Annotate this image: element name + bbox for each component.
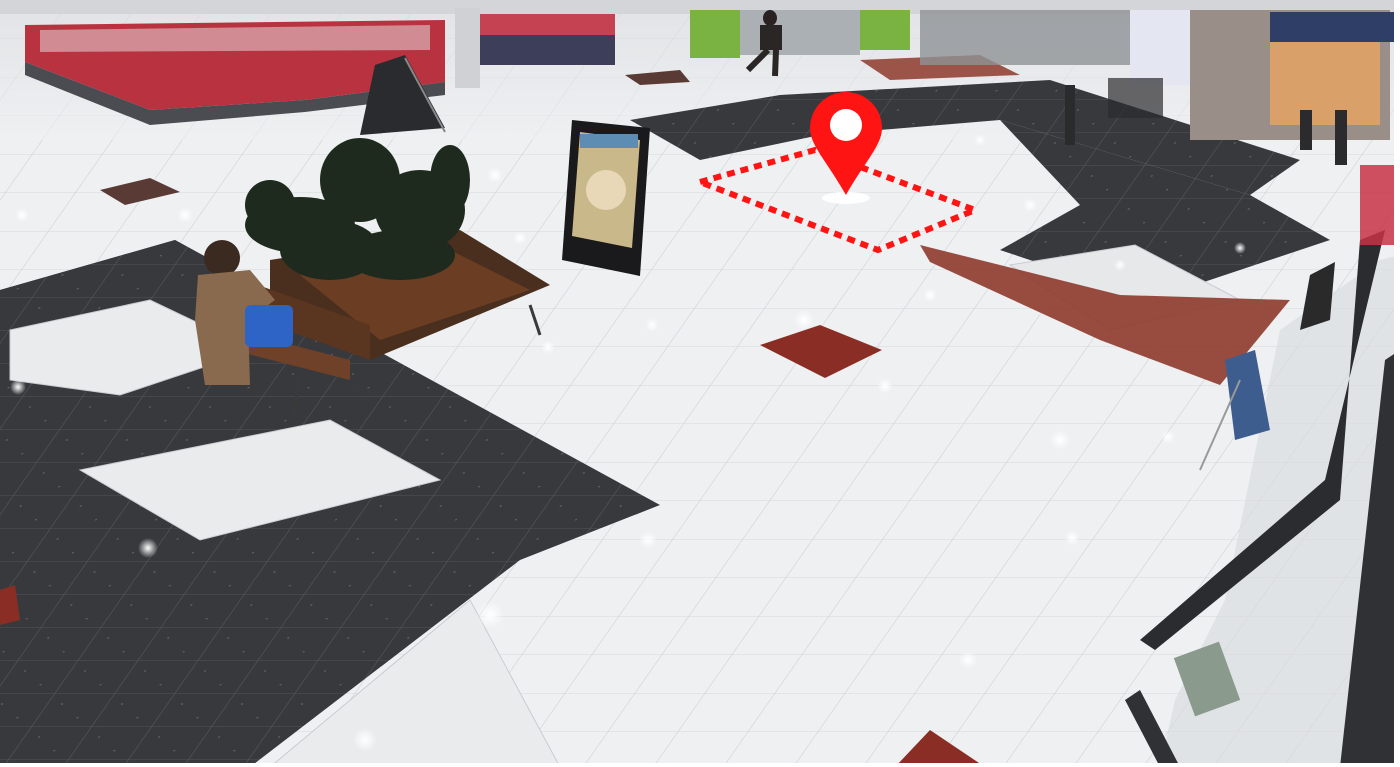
digital-signage-kiosk bbox=[562, 120, 650, 276]
camera-frame bbox=[0, 0, 1400, 767]
surveillance-scene bbox=[0, 0, 1400, 767]
